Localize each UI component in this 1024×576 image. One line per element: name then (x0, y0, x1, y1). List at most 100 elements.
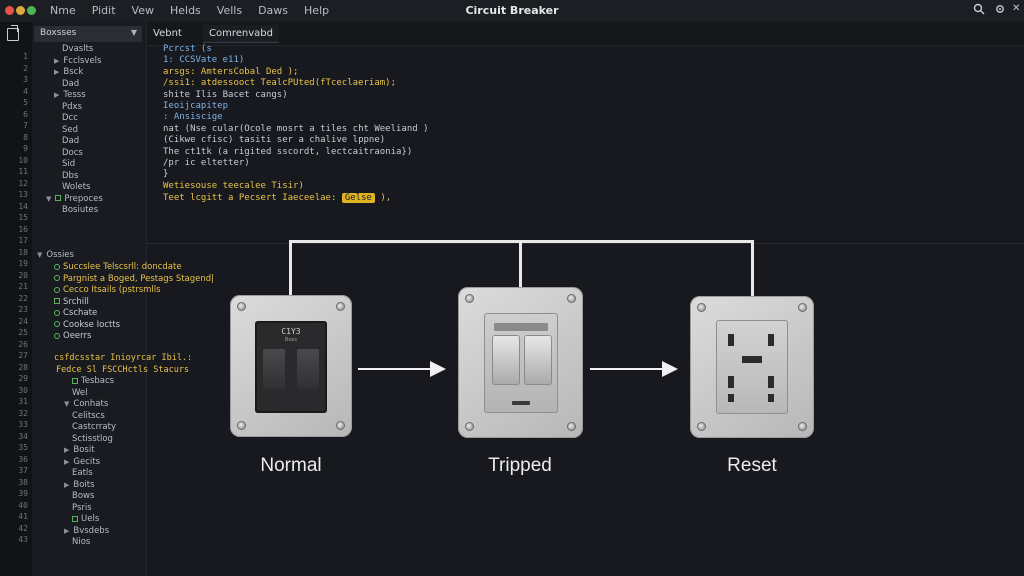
tree-item[interactable]: Dbs (62, 171, 78, 181)
breaker-switch-right (524, 335, 552, 385)
tree-item[interactable]: Bows (72, 491, 94, 501)
tree-item[interactable]: Castcrraty (72, 422, 116, 432)
tree-item[interactable]: Dcc (62, 113, 78, 123)
line-number: 41 (18, 512, 28, 521)
tree-item[interactable]: ▶ Bosit (64, 445, 95, 455)
code-line: csfdcsstar Inioyrcar Ibil.: (54, 353, 193, 363)
line-number: 14 (18, 201, 28, 211)
line-number: 2 (23, 63, 28, 73)
tree-item[interactable]: Dvaslts (62, 44, 93, 54)
tree-item[interactable]: Bosiutes (62, 205, 98, 215)
tree-item[interactable]: ▼ Ossies (37, 250, 74, 260)
tree-item[interactable]: Pdxs (62, 102, 82, 112)
tree-item[interactable]: Dad (62, 136, 79, 146)
tree-item[interactable]: Sed (62, 125, 78, 135)
line-number: 11 (18, 167, 28, 176)
tree-item-label: Bosiutes (62, 205, 99, 215)
wire-left (289, 240, 292, 296)
arrow-line (358, 368, 432, 370)
line-number: 31 (18, 397, 28, 406)
tree-item[interactable]: Dad (62, 79, 79, 89)
code-line: Fedce Sl FSCCHctls Stacurs (56, 364, 190, 375)
outlet-slot (728, 376, 734, 388)
code-line: (Cikwe cfisc) tasiti ser a chalive lppne… (163, 135, 386, 146)
tree-item[interactable]: Psris (72, 503, 92, 513)
search-icon[interactable] (973, 3, 985, 18)
line-number: 23 (18, 305, 28, 314)
tree-item-label: Dad (62, 136, 80, 146)
tree-item[interactable]: Wel (72, 388, 88, 398)
settings-icon[interactable] (994, 3, 1006, 18)
tree-item[interactable]: Nios (72, 537, 90, 547)
tab-vebnt[interactable]: Vebnt (147, 25, 188, 43)
tree-item[interactable]: Sctisstlog (72, 434, 113, 444)
chevron-right-icon[interactable]: ▶ (54, 91, 59, 99)
state-label-reset: Reset (727, 455, 777, 476)
tree-item[interactable]: ▶ Tesss (54, 90, 86, 100)
screw-icon (697, 422, 706, 431)
explorer-icon[interactable] (7, 25, 19, 41)
title-bar: Nme Pidit Vew Helds Vells Daws Help Circ… (0, 0, 1024, 22)
tree-item[interactable]: ▶ Bsck (54, 67, 83, 77)
chevron-right-icon[interactable]: ▶ (64, 446, 69, 454)
tree-item[interactable]: Eatls (72, 468, 93, 478)
tree-item[interactable]: Tesbacs (72, 376, 114, 386)
line-number: 25 (18, 328, 28, 337)
line-number: 16 (18, 224, 28, 234)
outlet-slot (728, 394, 734, 402)
tree-item-label: Tesbacs (81, 376, 115, 386)
line-number: 26 (18, 339, 28, 349)
breaker-switch-right (297, 349, 319, 389)
tab-comrenvabd[interactable]: Comrenvabd (203, 25, 279, 43)
breaker-housing: C1Y3 Boes (255, 321, 327, 413)
arrow-right-icon (430, 361, 446, 377)
close-icon[interactable]: ✕ (1012, 3, 1020, 14)
tree-item-label: Celitscs (72, 410, 105, 421)
chevron-down-icon[interactable]: ▼ (46, 195, 51, 203)
tree-item[interactable]: Cecco Itsails (pstrsmlls (54, 285, 161, 295)
tree-item[interactable]: Uels (72, 514, 99, 524)
tree-item[interactable]: Succslee Telscsrll: doncdate (54, 262, 182, 272)
chevron-down-icon[interactable]: ▼ (37, 251, 42, 259)
tree-item[interactable]: ▶ Boits (64, 480, 95, 490)
tree-item[interactable]: Wolets (62, 182, 90, 192)
screw-icon (336, 302, 345, 311)
tree-item[interactable]: Celitscs (72, 411, 105, 421)
tree-item[interactable]: Docs (62, 148, 83, 158)
code-text: Teet lcgitt a Pecsert Iaeceelae: (163, 193, 337, 203)
tree-item-label: Nios (72, 537, 91, 547)
status-circle-icon (54, 309, 60, 316)
tree-item[interactable]: Srchill (54, 297, 89, 307)
tree-item-label: Wel (72, 387, 88, 398)
outlet-slot (768, 334, 774, 346)
chevron-right-icon[interactable]: ▶ (54, 68, 59, 76)
line-number: 13 (18, 190, 28, 199)
wire-middle (519, 240, 522, 288)
tree-item[interactable]: Oeerrs (54, 331, 91, 341)
tree-item[interactable]: ▼ Conhats (64, 399, 108, 409)
chevron-down-icon[interactable]: ▼ (64, 400, 69, 408)
chevron-right-icon[interactable]: ▶ (64, 458, 69, 466)
code-line: The ct1tk (a rigited sscordt, lectcaitra… (163, 146, 413, 157)
tree-item[interactable]: ▶ Bvsdebs (64, 526, 109, 536)
tree-item[interactable]: ▶ Gecits (64, 457, 100, 467)
tree-item-label: Eatls (72, 468, 93, 478)
chevron-right-icon[interactable]: ▶ (64, 527, 69, 535)
outlet-slot (768, 394, 774, 402)
line-number: 15 (18, 213, 28, 222)
tree-item[interactable]: Pargnist a Boged, Pestags Stagend| (54, 274, 214, 284)
tree-item[interactable]: ▼ Prepoces (46, 194, 103, 204)
project-dropdown[interactable]: Boxsses ▼ (34, 26, 142, 42)
line-number: 4 (23, 86, 28, 96)
tree-item-label: Bows (72, 491, 95, 501)
chevron-down-icon: ▼ (130, 28, 137, 37)
chevron-right-icon[interactable]: ▶ (54, 57, 59, 65)
state-label-tripped: Tripped (488, 455, 552, 476)
tree-item-label: Wolets (62, 182, 91, 192)
tree-item[interactable]: Cschate (54, 308, 97, 318)
tree-item-label: Conhats (73, 399, 109, 409)
tree-item[interactable]: ▶ Fcclsvels (54, 56, 101, 66)
tree-item[interactable]: Cookse Ioctts (54, 320, 120, 330)
chevron-right-icon[interactable]: ▶ (64, 481, 69, 489)
tree-item[interactable]: Sid (62, 159, 75, 169)
